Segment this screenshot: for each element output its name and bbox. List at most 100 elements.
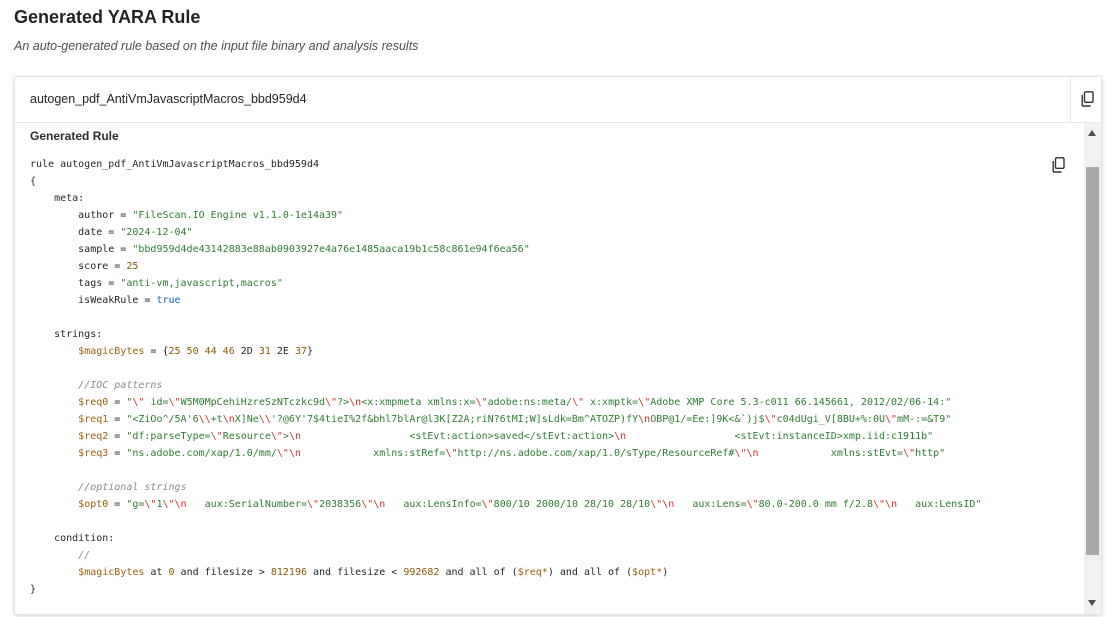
code-token: $opt0	[78, 499, 109, 510]
code-token: }	[307, 346, 314, 357]
code-token: 800/10 2000/10 28/10 28/10	[493, 499, 651, 510]
code-line: $magicBytes at 0 and filesize > 812196 a…	[30, 564, 981, 581]
code-token: 37	[294, 346, 308, 357]
code-token: strings:	[30, 329, 103, 340]
code-token: http"	[915, 448, 946, 459]
code-token: )	[662, 567, 669, 578]
code-token: 25	[126, 261, 139, 272]
code-token: 2E	[270, 346, 295, 357]
yara-rule-code[interactable]: rule autogen_pdf_AntiVmJavascriptMacros_…	[30, 156, 981, 598]
code-token: \"	[162, 499, 175, 510]
code-token: =	[108, 414, 127, 425]
code-token: $req3	[78, 448, 109, 459]
code-token: \"	[307, 499, 320, 510]
code-token: }	[30, 584, 37, 595]
code-line: isWeakRule = true	[30, 292, 981, 309]
code-token: \\	[198, 414, 211, 425]
code-token: '?@6Y'7$4tieI%2f&bhl7blAr@l3K[Z2A;riN?6t…	[270, 414, 639, 425]
code-token: \"	[132, 397, 145, 408]
code-token: 25 50 44 46	[168, 346, 235, 357]
code-token: xmlns:stRef=	[300, 448, 446, 459]
scroll-up-icon[interactable]	[1088, 130, 1096, 136]
code-token: $magicBytes	[78, 567, 145, 578]
code-token: \n	[174, 499, 187, 510]
code-token: $req2	[78, 431, 109, 442]
code-token: mM-:=&T9"	[897, 414, 952, 425]
copy-code-icon[interactable]	[1052, 157, 1068, 173]
code-token: //optional strings	[30, 482, 187, 493]
scroll-thumb[interactable]	[1086, 167, 1099, 555]
scroll-down-icon[interactable]	[1088, 600, 1096, 606]
code-token: \"	[210, 431, 223, 442]
code-token: true	[156, 295, 181, 306]
code-token: +t	[210, 414, 223, 425]
code-token: \"	[168, 397, 181, 408]
yara-rule-card: autogen_pdf_AntiVmJavascriptMacros_bbd95…	[14, 76, 1102, 615]
code-line: rule autogen_pdf_AntiVmJavascriptMacros_…	[30, 156, 981, 173]
code-token: http://ns.adobe.com/xap/1.0/sType/Resour…	[457, 448, 735, 459]
code-token: \"	[746, 499, 759, 510]
code-token: 31	[258, 346, 271, 357]
code-token: $req0	[78, 397, 109, 408]
code-token: \n	[662, 499, 675, 510]
code-token: =	[108, 499, 127, 510]
code-token: \"	[144, 499, 157, 510]
code-token: rule autogen_pdf_AntiVmJavascriptMacros_…	[30, 159, 319, 170]
code-token: 80.0-200.0 mm f/2.8	[758, 499, 873, 510]
generated-rule-label: Generated Rule	[30, 129, 119, 143]
code-token: tags =	[30, 278, 121, 289]
code-token: OBP@1/=Ee:]9K<&`)j$	[650, 414, 765, 425]
code-line: condition:	[30, 530, 981, 547]
code-token: ) and all of (	[547, 567, 633, 578]
code-token: aux:LensInfo=	[385, 499, 482, 510]
code-token: "FileScan.IO Engine v1.1.0-1e14a39"	[132, 210, 344, 221]
code-token: \"	[361, 499, 374, 510]
code-token: \n	[885, 499, 898, 510]
code-token: \"	[638, 397, 651, 408]
code-token: \n	[288, 448, 301, 459]
code-line: score = 25	[30, 258, 981, 275]
copy-icon[interactable]	[1081, 91, 1097, 107]
code-token: \"	[764, 414, 777, 425]
scrollbar[interactable]	[1084, 123, 1101, 614]
code-token: 2038356	[319, 499, 362, 510]
code-line: $req0 = "\" id=\"W5M0MpCehiHzreSzNTczkc9…	[30, 394, 981, 411]
code-token: aux:LensID"	[897, 499, 982, 510]
code-line: $req1 = "<ZiOo^/5A'6\\+t\nX]Ne\\'?@6Y'7$…	[30, 411, 981, 428]
code-token: date =	[30, 227, 121, 238]
code-token: aux:Lens=	[674, 499, 747, 510]
header-divider	[1070, 77, 1071, 122]
code-token: "2024-12-04"	[120, 227, 193, 238]
code-token: "anti-vm,javascript,macros"	[120, 278, 283, 289]
code-token: \"	[734, 448, 747, 459]
code-token: \n	[373, 499, 386, 510]
code-token: \"	[475, 397, 488, 408]
code-token: meta:	[30, 193, 85, 204]
code-token: xmlns:stEvt=	[758, 448, 904, 459]
code-token: =	[108, 397, 127, 408]
code-token: =	[108, 448, 127, 459]
code-token: <stEvt:action>saved</stEvt:action>	[300, 431, 615, 442]
card-header: autogen_pdf_AntiVmJavascriptMacros_bbd95…	[15, 77, 1101, 123]
code-token: X]Ne	[234, 414, 259, 425]
code-token: 992682	[403, 567, 440, 578]
code-token: <x:xmpmeta xmlns:x=	[361, 397, 476, 408]
code-token: $opt*	[632, 567, 663, 578]
code-token: condition:	[30, 533, 115, 544]
code-line: meta:	[30, 190, 981, 207]
code-line: //	[30, 547, 981, 564]
code-token: \n	[222, 414, 235, 425]
code-token: "bbd959d4de43142883e88ab0903927e4a76e148…	[132, 244, 530, 255]
code-line: sample = "bbd959d4de43142883e88ab0903927…	[30, 241, 981, 258]
code-token: and filesize <	[306, 567, 404, 578]
code-token: //IOC patterns	[30, 380, 163, 391]
code-token: Adobe XMP Core 5.3-c011 66.145661, 2012/…	[650, 397, 952, 408]
code-token: $req1	[78, 414, 109, 425]
code-line: //IOC patterns	[30, 377, 981, 394]
